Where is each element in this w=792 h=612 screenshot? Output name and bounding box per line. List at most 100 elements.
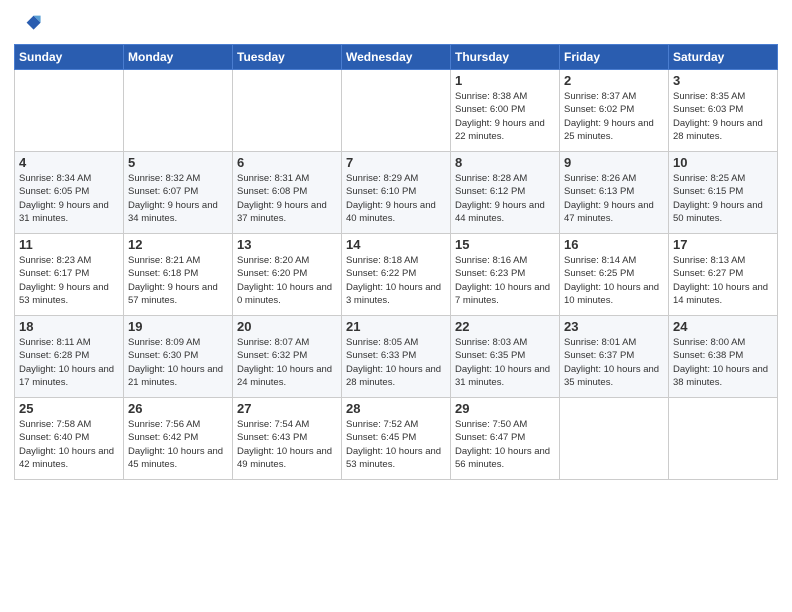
- day-info: Sunrise: 8:25 AM Sunset: 6:15 PM Dayligh…: [673, 172, 773, 225]
- calendar-cell: 23 Sunrise: 8:01 AM Sunset: 6:37 PM Dayli…: [560, 316, 669, 398]
- day-info: Sunrise: 8:34 AM Sunset: 6:05 PM Dayligh…: [19, 172, 119, 225]
- calendar-cell: 17 Sunrise: 8:13 AM Sunset: 6:27 PM Dayli…: [669, 234, 778, 316]
- day-info: Sunrise: 8:03 AM Sunset: 6:35 PM Dayligh…: [455, 336, 555, 389]
- calendar-table: SundayMondayTuesdayWednesdayThursdayFrid…: [14, 44, 778, 480]
- calendar-cell: [342, 70, 451, 152]
- day-number: 16: [564, 237, 664, 252]
- weekday-header-sunday: Sunday: [15, 45, 124, 70]
- calendar-cell: 8Sunrise: 8:28 AM Sunset: 6:12 PM Daylig…: [451, 152, 560, 234]
- calendar-cell: [560, 398, 669, 480]
- day-info: Sunrise: 8:01 AM Sunset: 6:37 PM Dayligh…: [564, 336, 664, 389]
- day-info: Sunrise: 7:52 AM Sunset: 6:45 PM Dayligh…: [346, 418, 446, 471]
- day-info: Sunrise: 8:38 AM Sunset: 6:00 PM Dayligh…: [455, 90, 555, 143]
- weekday-header-monday: Monday: [124, 45, 233, 70]
- day-number: 23: [564, 319, 664, 334]
- day-info: Sunrise: 8:26 AM Sunset: 6:13 PM Dayligh…: [564, 172, 664, 225]
- day-info: Sunrise: 8:11 AM Sunset: 6:28 PM Dayligh…: [19, 336, 119, 389]
- calendar-cell: 19 Sunrise: 8:09 AM Sunset: 6:30 PM Dayli…: [124, 316, 233, 398]
- logo: [14, 10, 46, 38]
- day-number: 28: [346, 401, 446, 416]
- day-number: 29: [455, 401, 555, 416]
- day-number: 20: [237, 319, 337, 334]
- calendar-cell: 15 Sunrise: 8:16 AM Sunset: 6:23 PM Dayli…: [451, 234, 560, 316]
- day-number: 24: [673, 319, 773, 334]
- day-number: 25: [19, 401, 119, 416]
- calendar-cell: [233, 70, 342, 152]
- weekday-header-row: SundayMondayTuesdayWednesdayThursdayFrid…: [15, 45, 778, 70]
- calendar-cell: 5 Sunrise: 8:32 AM Sunset: 6:07 PM Daylig…: [124, 152, 233, 234]
- header: [14, 10, 778, 38]
- day-number: 27: [237, 401, 337, 416]
- day-number: 3: [673, 73, 773, 88]
- calendar-cell: 1 Sunrise: 8:38 AM Sunset: 6:00 PM Daylig…: [451, 70, 560, 152]
- day-number: 4: [19, 155, 119, 170]
- day-info: Sunrise: 8:32 AM Sunset: 6:07 PM Dayligh…: [128, 172, 228, 225]
- day-number: 18: [19, 319, 119, 334]
- day-number: 1: [455, 73, 555, 88]
- day-number: 22: [455, 319, 555, 334]
- weekday-header-thursday: Thursday: [451, 45, 560, 70]
- calendar-cell: 29 Sunrise: 7:50 AM Sunset: 6:47 PM Dayli…: [451, 398, 560, 480]
- day-info: Sunrise: 8:00 AM Sunset: 6:38 PM Dayligh…: [673, 336, 773, 389]
- day-info: Sunrise: 8:31 AM Sunset: 6:08 PM Dayligh…: [237, 172, 337, 225]
- day-number: 10: [673, 155, 773, 170]
- weekday-header-saturday: Saturday: [669, 45, 778, 70]
- calendar-cell: 18 Sunrise: 8:11 AM Sunset: 6:28 PM Dayli…: [15, 316, 124, 398]
- calendar-week-4: 18 Sunrise: 8:11 AM Sunset: 6:28 PM Dayli…: [15, 316, 778, 398]
- calendar-cell: 6Sunrise: 8:31 AM Sunset: 6:08 PM Daylig…: [233, 152, 342, 234]
- page: SundayMondayTuesdayWednesdayThursdayFrid…: [0, 0, 792, 612]
- calendar-cell: 12 Sunrise: 8:21 AM Sunset: 6:18 PM Dayli…: [124, 234, 233, 316]
- calendar-cell: 2Sunrise: 8:37 AM Sunset: 6:02 PM Daylig…: [560, 70, 669, 152]
- calendar-cell: 3 Sunrise: 8:35 AM Sunset: 6:03 PM Daylig…: [669, 70, 778, 152]
- calendar-week-1: 1 Sunrise: 8:38 AM Sunset: 6:00 PM Daylig…: [15, 70, 778, 152]
- day-info: Sunrise: 7:54 AM Sunset: 6:43 PM Dayligh…: [237, 418, 337, 471]
- day-number: 19: [128, 319, 228, 334]
- day-info: Sunrise: 8:35 AM Sunset: 6:03 PM Dayligh…: [673, 90, 773, 143]
- calendar-cell: 27 Sunrise: 7:54 AM Sunset: 6:43 PM Dayli…: [233, 398, 342, 480]
- calendar-cell: 13Sunrise: 8:20 AM Sunset: 6:20 PM Dayli…: [233, 234, 342, 316]
- calendar-cell: 11 Sunrise: 8:23 AM Sunset: 6:17 PM Dayli…: [15, 234, 124, 316]
- calendar-cell: 9 Sunrise: 8:26 AM Sunset: 6:13 PM Daylig…: [560, 152, 669, 234]
- day-info: Sunrise: 8:28 AM Sunset: 6:12 PM Dayligh…: [455, 172, 555, 225]
- day-info: Sunrise: 8:20 AM Sunset: 6:20 PM Dayligh…: [237, 254, 337, 307]
- calendar-cell: [669, 398, 778, 480]
- day-info: Sunrise: 8:16 AM Sunset: 6:23 PM Dayligh…: [455, 254, 555, 307]
- day-info: Sunrise: 8:23 AM Sunset: 6:17 PM Dayligh…: [19, 254, 119, 307]
- day-info: Sunrise: 8:14 AM Sunset: 6:25 PM Dayligh…: [564, 254, 664, 307]
- day-number: 14: [346, 237, 446, 252]
- day-number: 15: [455, 237, 555, 252]
- calendar-cell: 22 Sunrise: 8:03 AM Sunset: 6:35 PM Dayli…: [451, 316, 560, 398]
- weekday-header-tuesday: Tuesday: [233, 45, 342, 70]
- calendar-cell: 20 Sunrise: 8:07 AM Sunset: 6:32 PM Dayli…: [233, 316, 342, 398]
- calendar-week-5: 25 Sunrise: 7:58 AM Sunset: 6:40 PM Dayli…: [15, 398, 778, 480]
- day-info: Sunrise: 8:13 AM Sunset: 6:27 PM Dayligh…: [673, 254, 773, 307]
- day-number: 21: [346, 319, 446, 334]
- calendar-cell: 26Sunrise: 7:56 AM Sunset: 6:42 PM Dayli…: [124, 398, 233, 480]
- weekday-header-wednesday: Wednesday: [342, 45, 451, 70]
- day-number: 11: [19, 237, 119, 252]
- logo-icon: [14, 10, 42, 38]
- day-number: 5: [128, 155, 228, 170]
- calendar-cell: 14 Sunrise: 8:18 AM Sunset: 6:22 PM Dayli…: [342, 234, 451, 316]
- day-info: Sunrise: 8:07 AM Sunset: 6:32 PM Dayligh…: [237, 336, 337, 389]
- day-number: 26: [128, 401, 228, 416]
- day-info: Sunrise: 8:21 AM Sunset: 6:18 PM Dayligh…: [128, 254, 228, 307]
- calendar-cell: [124, 70, 233, 152]
- day-number: 12: [128, 237, 228, 252]
- calendar-cell: 24 Sunrise: 8:00 AM Sunset: 6:38 PM Dayli…: [669, 316, 778, 398]
- calendar-cell: 10 Sunrise: 8:25 AM Sunset: 6:15 PM Dayli…: [669, 152, 778, 234]
- calendar-cell: 21 Sunrise: 8:05 AM Sunset: 6:33 PM Dayli…: [342, 316, 451, 398]
- calendar-cell: 7Sunrise: 8:29 AM Sunset: 6:10 PM Daylig…: [342, 152, 451, 234]
- day-info: Sunrise: 7:50 AM Sunset: 6:47 PM Dayligh…: [455, 418, 555, 471]
- day-number: 9: [564, 155, 664, 170]
- day-info: Sunrise: 8:09 AM Sunset: 6:30 PM Dayligh…: [128, 336, 228, 389]
- day-info: Sunrise: 8:05 AM Sunset: 6:33 PM Dayligh…: [346, 336, 446, 389]
- day-number: 17: [673, 237, 773, 252]
- calendar-cell: 28 Sunrise: 7:52 AM Sunset: 6:45 PM Dayli…: [342, 398, 451, 480]
- day-info: Sunrise: 7:58 AM Sunset: 6:40 PM Dayligh…: [19, 418, 119, 471]
- calendar-cell: 4 Sunrise: 8:34 AM Sunset: 6:05 PM Daylig…: [15, 152, 124, 234]
- day-info: Sunrise: 8:18 AM Sunset: 6:22 PM Dayligh…: [346, 254, 446, 307]
- calendar-cell: [15, 70, 124, 152]
- calendar-week-2: 4 Sunrise: 8:34 AM Sunset: 6:05 PM Daylig…: [15, 152, 778, 234]
- day-number: 2: [564, 73, 664, 88]
